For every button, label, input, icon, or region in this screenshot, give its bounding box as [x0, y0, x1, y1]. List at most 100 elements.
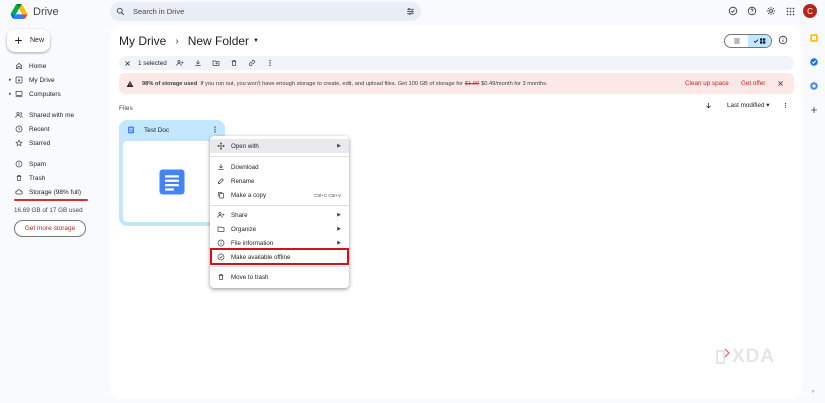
expand-caret-icon[interactable]: ▸ — [9, 77, 12, 83]
sort-direction-arrow-icon[interactable] — [705, 102, 712, 109]
sort-field-dropdown[interactable]: Last modified ▾ — [727, 102, 769, 109]
new-button[interactable]: New — [7, 29, 50, 52]
menu-item-open-with[interactable]: Open with ▶ — [210, 139, 349, 153]
sidebar-item-spam[interactable]: Spam — [0, 157, 105, 171]
account-avatar[interactable]: C — [803, 4, 817, 18]
shared-icon — [14, 111, 23, 120]
search-bar[interactable]: Search in Drive — [110, 2, 421, 21]
banner-bold-text: 98% of storage used — [142, 80, 198, 87]
breadcrumb-root[interactable]: My Drive — [119, 34, 166, 48]
search-icon[interactable] — [116, 7, 125, 16]
spam-icon — [14, 160, 23, 169]
watermark-text: XDA — [732, 346, 776, 367]
apps-grid-icon[interactable] — [784, 5, 796, 17]
search-options-icon[interactable] — [406, 7, 415, 16]
search-input[interactable]: Search in Drive — [133, 7, 406, 16]
sidebar-item-recent[interactable]: Recent — [0, 122, 105, 136]
file-thumbnail[interactable] — [123, 141, 221, 222]
sidebar-item-home[interactable]: Home — [0, 59, 105, 73]
side-panel-rail — [803, 26, 825, 122]
move-to-folder-icon[interactable] — [212, 59, 221, 68]
folder-dropdown-icon[interactable]: ▼ — [253, 38, 259, 44]
sidebar-item-label: My Drive — [29, 76, 55, 84]
tasks-icon[interactable] — [803, 74, 825, 98]
share-person-icon[interactable] — [176, 59, 185, 68]
add-addon-plus-icon[interactable] — [803, 98, 825, 122]
menu-item-label: Download — [231, 163, 259, 171]
sidebar-item-starred[interactable]: Starred — [0, 136, 105, 150]
menu-item-share[interactable]: Share ▶ — [210, 208, 349, 222]
list-view-icon[interactable] — [725, 35, 748, 47]
menu-item-rename[interactable]: Rename — [210, 174, 349, 188]
plus-icon — [14, 36, 23, 45]
breadcrumb-chevron-icon: › — [175, 35, 179, 47]
get-offer-link[interactable]: Get offer — [741, 80, 765, 87]
offline-status-icon[interactable] — [727, 5, 739, 17]
google-docs-icon — [127, 126, 135, 134]
more-actions-icon[interactable] — [266, 59, 275, 68]
drive-logo[interactable]: Drive — [10, 4, 59, 19]
menu-item-organize[interactable]: Organize ▶ — [210, 222, 349, 236]
calendar-icon[interactable] — [803, 26, 825, 50]
share-person-icon — [217, 211, 225, 219]
starred-icon — [14, 139, 23, 148]
scroll-right-chevron-icon[interactable]: › — [812, 389, 814, 395]
context-menu: Open with ▶ Download Rename Make a copy … — [210, 136, 349, 288]
menu-item-label: Move to trash — [231, 273, 269, 281]
sidebar-item-label: Spam — [29, 160, 46, 168]
expand-caret-icon[interactable]: ▸ — [9, 91, 12, 97]
sidebar-item-my-drive[interactable]: ▸ My Drive — [0, 73, 105, 87]
menu-item-label: File information — [231, 239, 274, 247]
storage-usage-text: 16.69 GB of 17 GB used — [14, 207, 83, 214]
docs-thumbnail-icon — [159, 169, 185, 194]
view-toggle — [724, 34, 772, 48]
grid-view-icon[interactable] — [748, 35, 771, 47]
menu-item-download[interactable]: Download — [210, 160, 349, 174]
info-icon[interactable] — [778, 35, 788, 45]
more-options-icon[interactable] — [782, 102, 789, 109]
recent-icon — [14, 125, 23, 134]
sidebar-item-label: Computers — [29, 90, 61, 98]
sidebar-nav: Home ▸ My Drive ▸ Computers Shared with … — [0, 59, 105, 199]
sidebar-item-label: Shared with me — [29, 111, 75, 119]
file-card-header: Test Doc — [119, 120, 225, 140]
settings-gear-icon[interactable] — [765, 5, 777, 17]
menu-item-label: Rename — [231, 177, 255, 185]
breadcrumb-current[interactable]: New Folder — [188, 34, 249, 48]
keep-icon[interactable] — [803, 50, 825, 74]
submenu-arrow-icon: ▶ — [337, 143, 341, 149]
get-more-storage-button[interactable]: Get more storage — [14, 220, 86, 237]
xda-watermark-logo: XDA — [716, 346, 775, 368]
sidebar-item-label: Starred — [29, 139, 51, 147]
app-name: Drive — [33, 5, 59, 18]
clear-selection-icon[interactable] — [123, 59, 132, 68]
files-section-label: Files — [119, 105, 133, 112]
rename-pencil-icon — [217, 177, 225, 185]
download-icon[interactable] — [194, 59, 203, 68]
sidebar-item-label: Recent — [29, 125, 50, 133]
copy-link-icon[interactable] — [248, 59, 257, 68]
submenu-arrow-icon: ▶ — [337, 212, 341, 218]
sidebar-item-label: Storage (98% full) — [29, 188, 82, 196]
help-icon[interactable] — [746, 5, 758, 17]
sidebar-item-shared-with-me[interactable]: Shared with me — [0, 108, 105, 122]
banner-old-price: $1.99 — [464, 80, 480, 87]
close-banner-icon[interactable] — [777, 80, 784, 87]
menu-item-label: Organize — [231, 225, 257, 233]
menu-item-label: Open with — [231, 142, 259, 150]
sidebar-item-trash[interactable]: Trash — [0, 171, 105, 185]
file-more-actions-icon[interactable] — [211, 125, 219, 134]
menu-divider — [210, 205, 349, 206]
menu-item-move-to-trash[interactable]: Move to trash — [210, 270, 349, 284]
sidebar-item-computers[interactable]: ▸ Computers — [0, 87, 105, 101]
breadcrumb: My Drive › New Folder ▼ — [119, 34, 259, 48]
warning-icon — [126, 80, 134, 88]
menu-item-make-a-copy[interactable]: Make a copy Ctrl+C Ctrl+V — [210, 188, 349, 202]
sidebar-item-label: Home — [29, 62, 47, 70]
sort-field-label: Last modified — [727, 102, 765, 109]
highlight-box — [210, 248, 349, 265]
delete-trash-icon[interactable] — [230, 59, 239, 68]
new-button-label: New — [30, 37, 45, 44]
sidebar-item-storage[interactable]: Storage (98% full) — [0, 185, 105, 199]
clean-up-space-link[interactable]: Clean up space — [685, 80, 729, 87]
